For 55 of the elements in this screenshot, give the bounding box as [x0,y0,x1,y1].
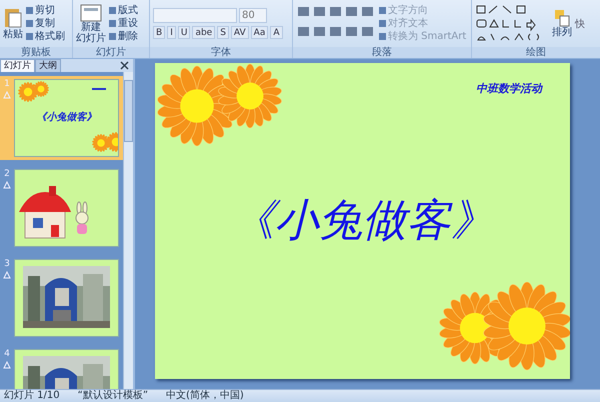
slide-thumbnail[interactable]: 《小兔做客》 [14,79,119,157]
rabbit-drawing [76,202,88,234]
panel-tab[interactable]: 大纲 [35,59,61,72]
font-name-field[interactable] [153,8,237,23]
font-format-button[interactable]: S [217,26,229,39]
slide-number: 4 [4,349,10,359]
group-label: 剪贴板 [0,47,72,58]
close-icon[interactable] [120,61,129,70]
clipboard-icon [3,7,23,29]
slide-subtitle: 中班数学活动 [476,81,542,96]
font-format-button[interactable]: I [167,26,176,39]
arrange-button[interactable]: 排列 [552,9,572,38]
group-label: 幻灯片 [73,47,149,58]
sunflower-drawing [33,81,49,97]
group-label: 绘图 [472,47,600,58]
sunflower-drawing [218,64,282,128]
ribbon-command[interactable]: 格式刷 [26,30,65,42]
ribbon-command[interactable]: 删除 [109,30,138,42]
font-size-field[interactable]: 80 [239,8,267,23]
scrollbar[interactable] [123,72,133,389]
subtitle-line [92,88,106,90]
slide-title: 《小兔做客》 [230,194,496,248]
panel-tab[interactable]: 幻灯片 [0,59,35,72]
new-slide-button[interactable]: 新建 幻灯片 [76,4,106,44]
font-format-button[interactable]: A [270,26,283,39]
font-format-button[interactable]: abe [192,26,216,39]
font-format-button[interactable]: U [178,26,190,39]
animation-icon [3,181,11,189]
animation-icon [3,271,11,279]
status-text: 幻灯片 1/10 [4,390,60,402]
slide-icon [80,4,102,22]
font-format-button[interactable]: AV [230,26,249,39]
slide-thumbnail-row[interactable]: 1 《小兔做客》 [0,76,123,160]
ribbon-command[interactable]: 复制 [26,18,65,30]
group-label: 段落 [293,47,471,58]
slide-number: 1 [4,79,10,89]
ribbon-command[interactable]: 版式 [109,4,138,16]
animation-icon [3,361,11,369]
group-label: 字体 [150,47,292,58]
thumbnail-title: 《小兔做客》 [36,110,98,124]
status-text: “默认设计模板” [78,390,148,402]
animation-icon [3,91,11,99]
paste-button[interactable]: 粘贴 [3,7,23,40]
slide-thumbnail[interactable] [14,259,119,337]
slide-number: 3 [4,259,10,269]
font-format-button[interactable]: Aa [250,26,268,39]
house-drawing [19,186,71,238]
ribbon-command[interactable]: 剪切 [26,4,65,16]
slide-thumbnail[interactable] [14,169,119,247]
quick-styles-label: 快 [575,18,585,30]
ribbon-command[interactable]: 重设 [109,18,138,30]
slide-number: 2 [4,169,10,179]
status-text: 中文(简体，中国) [166,390,244,402]
arrange-icon [554,9,570,27]
font-format-button[interactable]: B [153,26,166,39]
